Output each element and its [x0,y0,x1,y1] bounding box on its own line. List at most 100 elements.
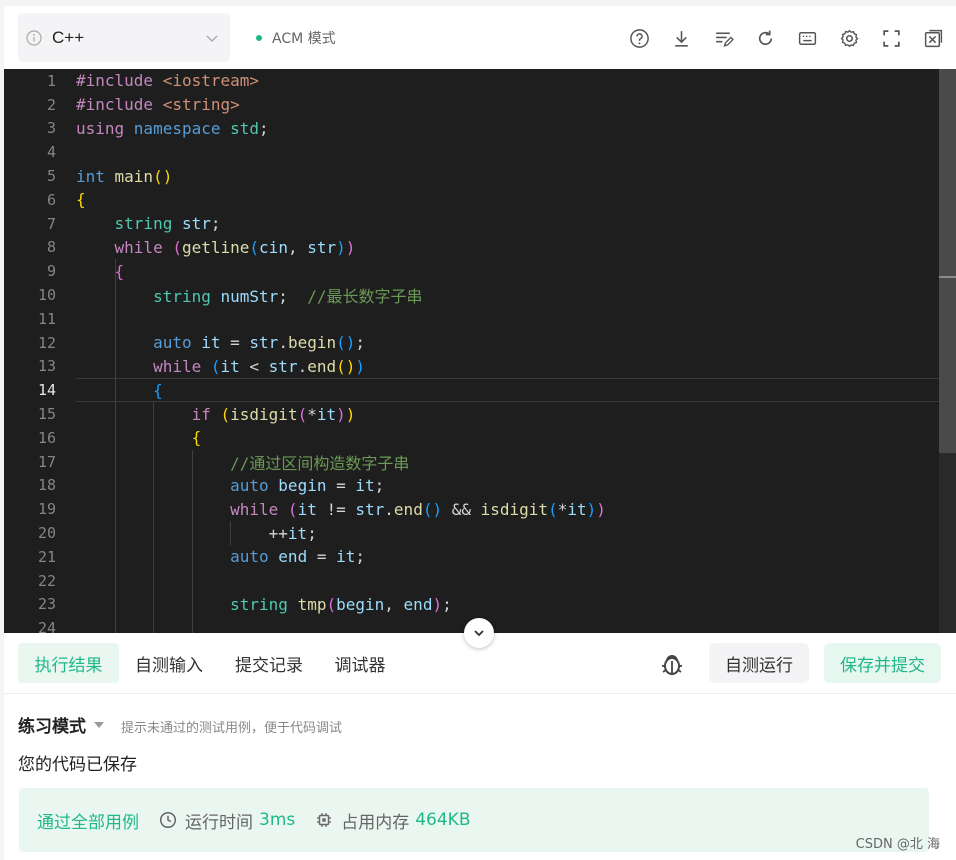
tab-custom-input[interactable]: 自测输入 [126,643,212,683]
practice-hint: 提示未通过的测试用例，便于代码调试 [121,721,343,736]
tab-submissions[interactable]: 提交记录 [226,643,312,683]
line-number: 3 [46,119,56,138]
bug-icon[interactable] [659,651,685,677]
code-line[interactable]: 10 string numStr; //最长数字子串 [4,283,939,307]
keyboard-button[interactable] [786,26,828,50]
line-number: 2 [46,95,56,114]
code-line[interactable]: 20 ++it; [4,521,939,545]
code-text: string numStr; //最长数字子串 [153,287,423,307]
format-button[interactable] [702,26,744,50]
tab-debugger[interactable]: 调试器 [326,643,394,683]
code-text: while (it != str.end() && isdigit(*it)) [230,499,606,519]
line-number: 4 [46,143,56,162]
line-number: 13 [37,357,56,376]
memory-label: 占用内存 [341,812,410,833]
memory-stat: 占用内存 464KB [315,808,471,833]
code-text: { [114,261,125,281]
save-status: 您的代码已保存 [18,755,137,775]
editor-scrollbar[interactable] [939,69,956,633]
result-summary: 通过全部用例 运行时间 3ms 占用内存 464KB [19,788,929,852]
code-line[interactable]: 4 [4,140,939,164]
close-panel-icon [924,29,942,47]
line-number: 19 [37,500,56,519]
mode-label: ACM 模式 [272,31,336,47]
line-number: 18 [37,476,56,495]
line-number: 9 [46,262,56,281]
code-line[interactable]: 12 auto it = str.begin(); [4,331,939,355]
code-line[interactable]: 8 while (getline(cin, str)) [4,236,939,260]
fullscreen-icon [882,29,900,47]
code-text: while (getline(cin, str)) [114,237,356,257]
chevron-down-icon [474,630,484,637]
code-line[interactable]: 2 #include <string> [4,93,939,117]
keyboard-icon [798,31,816,45]
language-select[interactable]: C++ [18,13,230,62]
status-dot [256,35,262,41]
code-text: #include <string> [76,95,240,115]
reset-icon [758,30,772,45]
code-text: string str; [114,214,221,234]
code-line[interactable]: 5 int main() [4,164,939,188]
code-line[interactable]: 9 { [4,259,939,283]
help-button[interactable] [618,26,660,50]
code-text: int main() [76,166,173,186]
line-number: 8 [46,238,56,257]
code-editor[interactable]: 1 #include <iostream> 2 #include <string> 3 u… [4,69,956,633]
runtime-stat: 运行时间 3ms [159,808,295,833]
result-panel: 练习模式 提示未通过的测试用例，便于代码调试 您的代码已保存 通过全部用例 运行… [4,694,956,860]
code-line[interactable]: 18 auto begin = it; [4,474,939,498]
format-icon [715,31,734,47]
cursor-position-marker [939,276,956,278]
line-number: 22 [37,571,56,590]
code-text: auto end = it; [230,547,365,567]
code-line[interactable]: 22 [4,569,939,593]
settings-button[interactable] [828,26,870,50]
gear-icon [840,29,858,47]
code-line[interactable]: 13 while (it < str.end()) [4,355,939,379]
code-text: while (it < str.end()) [153,356,366,376]
line-number: 14 [37,381,56,400]
save-submit-button[interactable]: 保存并提交 [824,643,941,683]
runtime-value: 3ms [259,810,296,830]
memory-value: 464KB [415,810,471,830]
code-line[interactable]: 6{ [4,188,939,212]
line-number: 7 [46,214,56,233]
code-text: using namespace std; [76,118,279,138]
code-line[interactable]: 7 string str; [4,212,939,236]
code-line[interactable]: 14 { [4,378,939,403]
info-icon [26,29,42,46]
practice-mode-dropdown[interactable]: 练习模式 [18,712,104,737]
code-line[interactable]: 3 using namespace std; [4,117,939,141]
line-number: 24 [37,619,56,633]
code-line[interactable]: 19 while (it != str.end() && isdigit(*it… [4,497,939,521]
collapse-editor-button[interactable] [464,618,494,648]
code-text: if (isdigit(*it)) [191,404,356,424]
acm-mode-indicator[interactable]: ACM 模式 [256,28,336,48]
run-test-button[interactable]: 自测运行 [709,643,809,683]
editor-toolbar: C++ ACM 模式 [4,6,956,69]
close-panel-button[interactable] [912,26,954,50]
current-line-highlight [76,378,939,403]
fullscreen-button[interactable] [870,26,912,50]
scrollbar-thumb[interactable] [939,69,956,453]
download-button[interactable] [660,26,702,50]
code-line[interactable]: 16 { [4,426,939,450]
line-number: 11 [37,309,56,328]
code-text: { [153,380,163,400]
line-number: 16 [37,428,56,447]
tab-result[interactable]: 执行结果 [18,643,119,683]
line-number: 1 [46,71,56,90]
line-number: 17 [37,452,56,471]
code-text: //通过区间构造数字子串 [230,453,410,473]
code-line[interactable]: 11 [4,307,939,331]
code-line[interactable]: 17 //通过区间构造数字子串 [4,450,939,474]
pass-status: 通过全部用例 [37,812,139,833]
code-line[interactable]: 23 string tmp(begin, end); [4,593,939,617]
code-line[interactable]: 15 if (isdigit(*it)) [4,402,939,426]
clock-icon [159,811,177,829]
code-line[interactable]: 1 #include <iostream> [4,69,939,93]
code-text: string tmp(begin, end); [230,594,452,614]
code-line[interactable]: 21 auto end = it; [4,545,939,569]
reset-button[interactable] [744,26,786,50]
watermark: CSDN @北 海 [855,837,940,852]
